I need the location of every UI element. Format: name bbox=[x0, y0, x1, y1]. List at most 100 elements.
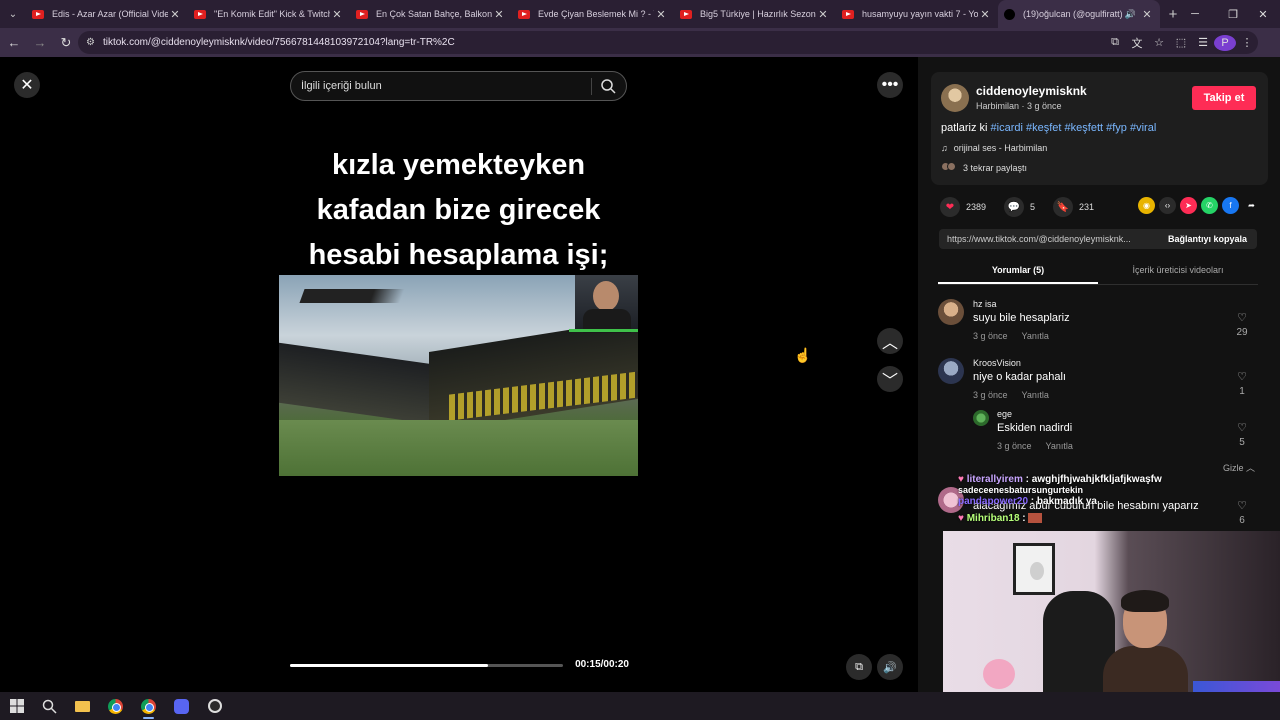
browser-tab-active[interactable]: (19)oğulcan (@ogulfiratt) | Tik🔊 ✕ bbox=[998, 0, 1160, 28]
extensions-icon[interactable]: ⬚ bbox=[1170, 36, 1192, 49]
install-app-icon[interactable]: ⧉ bbox=[1104, 36, 1126, 49]
search-icon[interactable] bbox=[599, 77, 617, 95]
browser-tab[interactable]: husamyuyu yayın vakti 7 - YouT ✕ bbox=[836, 0, 998, 28]
comment-avatar[interactable] bbox=[938, 358, 964, 384]
browser-tab[interactable]: Evde Çiyan Beslemek Mi ? - You✕ bbox=[512, 0, 674, 28]
discord-button[interactable] bbox=[165, 692, 198, 720]
minimize-button[interactable]: ─ bbox=[1178, 0, 1212, 28]
profile-button[interactable]: P bbox=[1214, 34, 1236, 51]
post-link[interactable]: https://www.tiktok.com/@ciddenoyleymiskn… bbox=[947, 234, 1152, 244]
video-progress-bar[interactable] bbox=[290, 664, 563, 667]
pip-button[interactable]: ⧉ bbox=[846, 654, 872, 680]
close-video-button[interactable]: ✕ bbox=[14, 72, 40, 98]
close-tab-icon[interactable]: ✕ bbox=[654, 8, 668, 21]
close-tab-icon[interactable]: ✕ bbox=[492, 8, 506, 21]
restore-button[interactable]: ❐ bbox=[1216, 0, 1250, 28]
music-link[interactable]: ♫ orijinal ses - Harbimilan bbox=[941, 143, 1047, 153]
previous-video-button[interactable]: ︿ bbox=[877, 328, 903, 354]
like-button[interactable]: ❤ 2389 bbox=[940, 197, 986, 217]
chrome-button[interactable] bbox=[99, 692, 132, 720]
start-button[interactable] bbox=[0, 692, 33, 720]
hashtag-link[interactable]: #icardi bbox=[991, 122, 1023, 134]
comment-like-count: 29 bbox=[1236, 327, 1248, 338]
tab-comments[interactable]: Yorumlar (5) bbox=[938, 261, 1098, 284]
url-text[interactable]: tiktok.com/@ciddenoyleymisknk/video/7566… bbox=[103, 37, 455, 48]
picture-in-picture-icon: ⧉ bbox=[855, 660, 863, 673]
chrome-active-button[interactable] bbox=[132, 692, 165, 720]
youtube-icon bbox=[518, 9, 530, 19]
comment-like-count: 6 bbox=[1239, 515, 1245, 526]
coin-icon[interactable]: ◉ bbox=[1138, 197, 1155, 214]
follow-button[interactable]: Takip et bbox=[1192, 86, 1256, 110]
obs-button[interactable] bbox=[198, 692, 231, 720]
video-player[interactable]: kızla yemekteyken kafadan bize girecek h… bbox=[279, 57, 638, 692]
comment-username[interactable]: hz isa bbox=[973, 299, 997, 309]
browser-tab[interactable]: "En Komik Edit" Kick & Twitch Kl✕ bbox=[188, 0, 350, 28]
close-tab-icon[interactable]: ✕ bbox=[168, 8, 182, 21]
embed-icon[interactable]: ‹› bbox=[1159, 197, 1176, 214]
bookmark-star-icon[interactable]: ☆ bbox=[1148, 36, 1170, 49]
share-arrow-icon[interactable]: ➦ bbox=[1243, 197, 1260, 214]
youtube-icon bbox=[32, 9, 44, 19]
close-tab-icon[interactable]: ✕ bbox=[978, 8, 992, 21]
reply-like-icon[interactable]: ♡ bbox=[1234, 421, 1250, 434]
video-caption: kızla yemekteyken kafadan bize girecek h… bbox=[279, 143, 638, 278]
forward-button[interactable]: → bbox=[28, 31, 52, 55]
hashtag-link[interactable]: #keşfett bbox=[1065, 122, 1104, 134]
save-button[interactable]: 🔖 231 bbox=[1053, 197, 1094, 217]
close-tab-icon[interactable]: ✕ bbox=[1140, 8, 1154, 21]
hashtag-link[interactable]: #keşfet bbox=[1026, 122, 1061, 134]
menu-kebab-icon[interactable]: ⋮ bbox=[1236, 36, 1258, 49]
tab-groups-icon[interactable]: ☰ bbox=[1192, 36, 1214, 49]
search-icon bbox=[42, 699, 57, 714]
search-box[interactable] bbox=[290, 71, 627, 101]
hand-cursor-icon: ☝ bbox=[794, 347, 812, 363]
close-window-button[interactable]: ✕ bbox=[1246, 0, 1280, 28]
repost-count: 3 tekrar paylaştı bbox=[963, 162, 1028, 173]
reply-username[interactable]: ege bbox=[997, 409, 1012, 419]
comment-like-icon[interactable]: ♡ bbox=[1234, 311, 1250, 324]
chrome-icon bbox=[108, 698, 123, 714]
next-video-button[interactable]: ﹀ bbox=[877, 366, 903, 392]
reload-button[interactable]: ↻ bbox=[54, 31, 78, 55]
reply-link[interactable]: Yanıtla bbox=[1022, 331, 1049, 341]
author-avatar[interactable] bbox=[941, 84, 969, 112]
copy-link-button[interactable]: Bağlantıyı kopyala bbox=[1168, 234, 1247, 244]
comment-button[interactable]: 💬 5 bbox=[1004, 197, 1035, 217]
send-icon[interactable]: ➤ bbox=[1180, 197, 1197, 214]
youtube-icon bbox=[842, 9, 854, 19]
file-explorer-button[interactable] bbox=[66, 692, 99, 720]
author-username[interactable]: ciddenoyleymisknk bbox=[976, 84, 1087, 98]
tab-search-button[interactable]: ⌄ bbox=[0, 0, 26, 28]
hashtag-link[interactable]: #viral bbox=[1130, 122, 1156, 134]
hashtag-link[interactable]: #fyp bbox=[1106, 122, 1127, 134]
close-tab-icon[interactable]: ✕ bbox=[816, 8, 830, 21]
browser-tab[interactable]: Big5 Türkiye | Hazırlık Sezonu 4 ✕ bbox=[674, 0, 836, 28]
speaker-icon[interactable]: 🔊 bbox=[1125, 9, 1136, 20]
reply-link[interactable]: Yanıtla bbox=[1046, 441, 1073, 451]
heart-icon: ❤ bbox=[940, 197, 960, 217]
comment-like-icon[interactable]: ♡ bbox=[1234, 499, 1250, 512]
volume-button[interactable]: 🔊 bbox=[877, 654, 903, 680]
whatsapp-icon[interactable]: ✆ bbox=[1201, 197, 1218, 214]
comment-avatar[interactable] bbox=[938, 299, 964, 325]
windows-icon bbox=[9, 699, 24, 713]
site-info-icon[interactable]: ⚙ bbox=[86, 37, 95, 48]
taskbar-search-button[interactable] bbox=[33, 692, 66, 720]
back-button[interactable]: ← bbox=[2, 31, 26, 55]
tab-creator-videos[interactable]: İçerik üreticisi videoları bbox=[1098, 261, 1258, 284]
comment-username[interactable]: KroosVision bbox=[973, 358, 1021, 368]
browser-tab[interactable]: Edis - Azar Azar (Official Video) ✕ bbox=[26, 0, 188, 28]
reply-avatar[interactable] bbox=[973, 410, 989, 426]
reply-link[interactable]: Yanıtla bbox=[1022, 390, 1049, 400]
hide-replies-button[interactable]: Gizle ︿ bbox=[1223, 461, 1255, 474]
facebook-icon[interactable]: f bbox=[1222, 197, 1239, 214]
comment-like-icon[interactable]: ♡ bbox=[1234, 370, 1250, 383]
search-input[interactable] bbox=[301, 78, 581, 94]
more-options-button[interactable]: ••• bbox=[877, 72, 903, 98]
facecam-border bbox=[569, 329, 638, 332]
omnibox[interactable]: ⚙ tiktok.com/@ciddenoyleymisknk/video/75… bbox=[78, 31, 1258, 54]
translate-icon[interactable]: 文 bbox=[1126, 35, 1148, 51]
close-tab-icon[interactable]: ✕ bbox=[330, 8, 344, 21]
browser-tab[interactable]: En Çok Satan Bahçe, Balkon ve ✕ bbox=[350, 0, 512, 28]
